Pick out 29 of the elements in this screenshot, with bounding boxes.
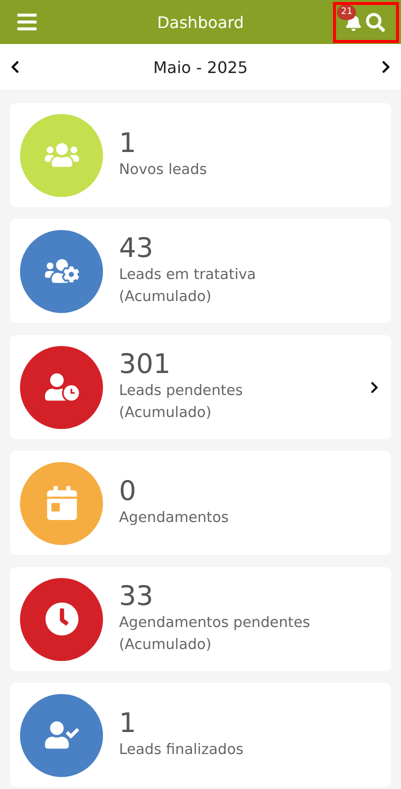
clock-icon xyxy=(44,602,78,636)
chevron-icon[interactable] xyxy=(368,380,381,394)
stat-card[interactable]: 1 Leads finalizados xyxy=(10,683,391,787)
stat-value: 0 xyxy=(119,476,138,508)
stat-label: Agendamentos xyxy=(119,509,230,528)
stat-card[interactable]: 301 Leads pendentes (Acumulado) xyxy=(10,335,391,439)
stat-value: 1 xyxy=(119,128,138,160)
stat-value: 43 xyxy=(119,233,154,266)
stat-card[interactable]: 43 Leads em tratativa (Acumulado) xyxy=(10,219,391,323)
stat-label: Agendamentos pendentes xyxy=(119,614,312,634)
notification-count: 21 xyxy=(337,4,356,20)
stat-label: Leads em tratativa xyxy=(119,266,257,286)
stat-value: 1 xyxy=(119,708,138,740)
calendar-icon xyxy=(44,486,78,520)
menu-button[interactable] xyxy=(16,11,38,33)
stat-label: Leads pendentes xyxy=(119,382,244,402)
stat-sublabel: (Acumulado) xyxy=(119,288,212,308)
month-label: Maio - 2025 xyxy=(153,58,248,76)
page-title: Dashboard xyxy=(157,12,244,32)
stat-value: 33 xyxy=(119,581,154,614)
stat-label: Novos leads xyxy=(119,161,208,180)
stat-card[interactable]: 1 Novos leads xyxy=(10,103,391,207)
stat-card[interactable]: 0 Agendamentos xyxy=(10,451,391,555)
stat-value: 301 xyxy=(119,349,172,382)
stat-label: Leads finalizados xyxy=(119,741,244,760)
search-button[interactable] xyxy=(366,12,385,32)
stat-sublabel: (Acumulado) xyxy=(119,636,212,656)
stat-sublabel: (Acumulado) xyxy=(119,404,212,424)
stat-card[interactable]: 33 Agendamentos pendentes (Acumulado) xyxy=(10,567,391,671)
